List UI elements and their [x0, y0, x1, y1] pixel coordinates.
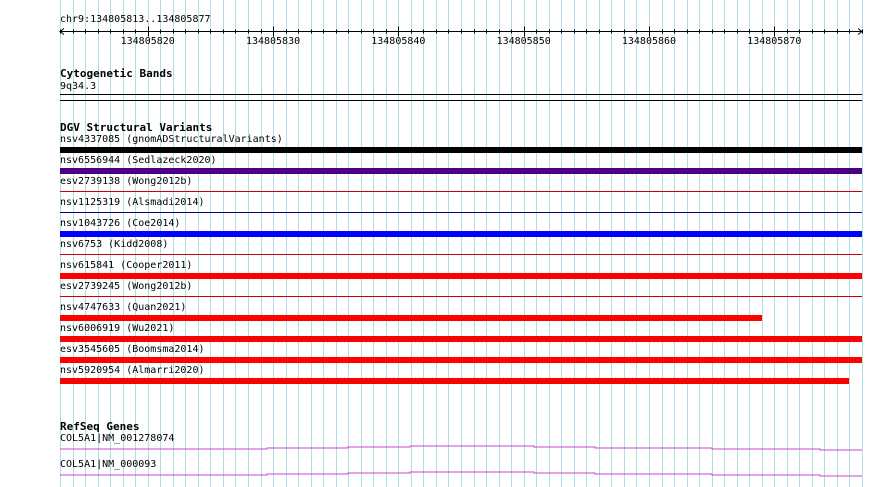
variant-bar[interactable]	[60, 254, 862, 255]
cytoband-bar[interactable]	[60, 94, 862, 95]
gene-model-line[interactable]	[60, 471, 862, 477]
variant-label[interactable]: nsv5920954 (Almarri2020)	[60, 365, 205, 377]
ruler-tick-label: 134805820	[121, 36, 175, 47]
cytoband-track-title[interactable]: Cytogenetic Bands	[60, 68, 173, 80]
variant-bar[interactable]	[60, 168, 862, 174]
gene-model-line[interactable]	[60, 445, 862, 451]
ruler-tick-label: 134805870	[747, 36, 801, 47]
ruler-tick-label: 134805840	[371, 36, 425, 47]
variant-bar[interactable]	[60, 296, 862, 297]
variant-label[interactable]: nsv6753 (Kidd2008)	[60, 239, 168, 251]
variant-bar[interactable]	[60, 336, 862, 342]
track-separator	[60, 100, 862, 101]
variant-label[interactable]: nsv4337085 (gnomADStructuralVariants)	[60, 134, 283, 146]
variant-label[interactable]: nsv6006919 (Wu2021)	[60, 323, 174, 335]
dgv-track-title[interactable]: DGV Structural Variants	[60, 122, 212, 134]
ruler-tick-label: 134805860	[622, 36, 676, 47]
variant-label[interactable]: nsv1043726 (Coe2014)	[60, 218, 180, 230]
cytoband-label[interactable]: 9q34.3	[60, 81, 96, 93]
variant-bar[interactable]	[60, 315, 762, 321]
variant-bar[interactable]	[60, 357, 862, 363]
variant-bar[interactable]	[60, 212, 862, 213]
variant-label[interactable]: esv3545605 (Boomsma2014)	[60, 344, 205, 356]
variant-label[interactable]: nsv4747633 (Quan2021)	[60, 302, 186, 314]
variant-label[interactable]: esv2739138 (Wong2012b)	[60, 176, 192, 188]
ruler-tick-label: 134805830	[246, 36, 300, 47]
variant-label[interactable]: nsv6556944 (Sedlazeck2020)	[60, 155, 217, 167]
variant-label[interactable]: nsv1125319 (Alsmadi2014)	[60, 197, 205, 209]
refseq-gene-models[interactable]	[0, 440, 890, 480]
coordinate-ruler[interactable]: 134805820 134805830 134805840 134805850 1348…	[0, 0, 890, 60]
variant-bar[interactable]	[60, 191, 862, 192]
variant-bar[interactable]	[60, 147, 862, 153]
variant-bar[interactable]	[60, 231, 862, 237]
variant-label[interactable]: nsv615841 (Cooper2011)	[60, 260, 192, 272]
variant-label[interactable]: esv2739245 (Wong2012b)	[60, 281, 192, 293]
variant-bar[interactable]	[60, 378, 850, 384]
refseq-track-title[interactable]: RefSeq Genes	[60, 421, 139, 433]
variant-bar[interactable]	[60, 273, 862, 279]
ruler-tick-label: 134805850	[497, 36, 551, 47]
